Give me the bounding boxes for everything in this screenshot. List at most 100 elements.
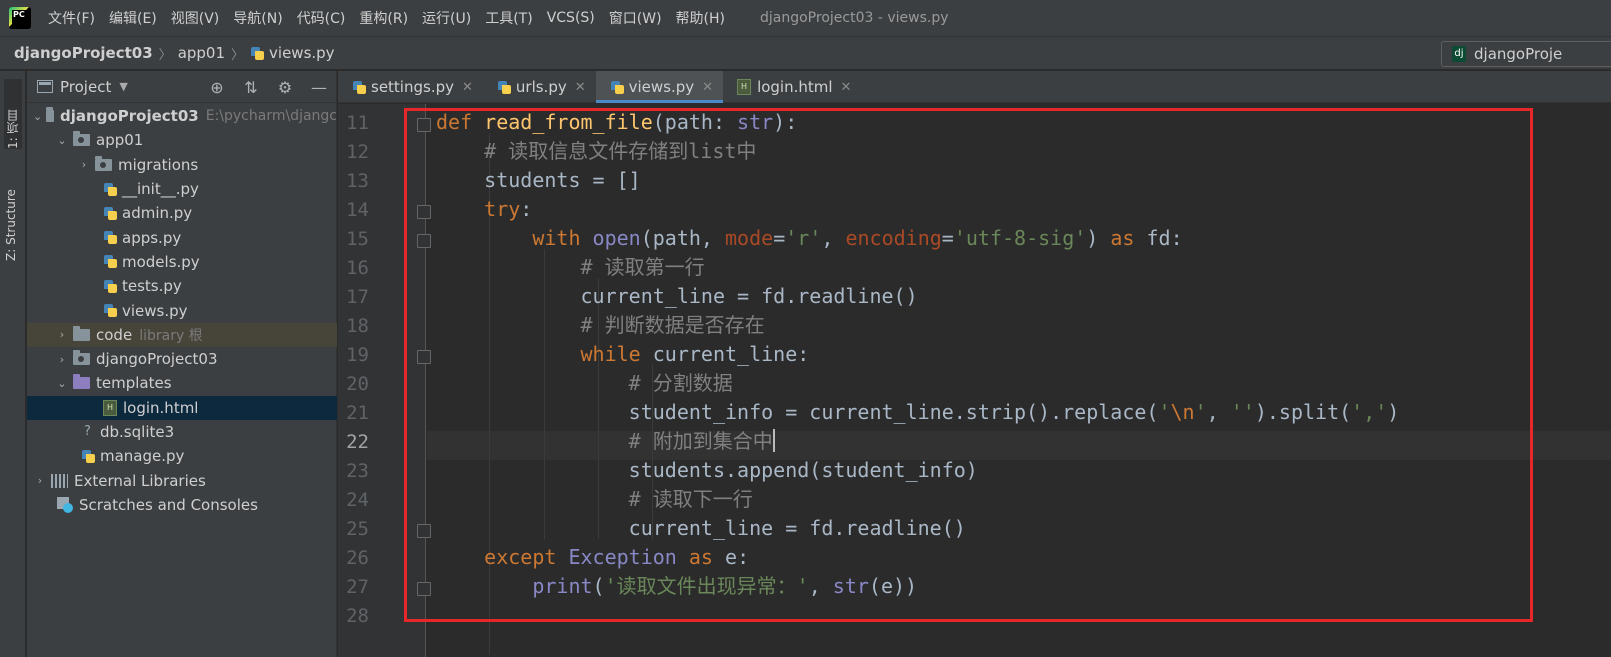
- chevron-down-icon[interactable]: ⌄: [33, 110, 42, 123]
- tree-item-manage-py[interactable]: manage.py: [27, 444, 337, 468]
- django-icon: dj: [1452, 46, 1466, 62]
- menu-tools[interactable]: 工具(T): [478, 8, 539, 28]
- breadcrumb-views[interactable]: views.py: [269, 44, 335, 62]
- locate-file-icon[interactable]: ⊕: [200, 78, 234, 97]
- tree-item-models-py[interactable]: models.py: [27, 250, 337, 274]
- package-folder-icon: [95, 155, 112, 171]
- line-number: 27: [346, 576, 369, 598]
- chevron-down-icon[interactable]: ⌄: [55, 134, 69, 147]
- tree-item-views-py[interactable]: views.py: [27, 298, 337, 322]
- chevron-down-icon[interactable]: ⌄: [55, 377, 69, 390]
- package-folder-icon: [73, 350, 90, 366]
- tab-urls-py[interactable]: urls.py ✕: [483, 71, 596, 103]
- close-icon[interactable]: ✕: [702, 80, 713, 95]
- tree-item-tests-py[interactable]: tests.py: [27, 274, 337, 298]
- structure-tool-label: Z: Structure: [4, 189, 18, 261]
- fold-marker-icon[interactable]: [417, 524, 431, 538]
- line-number: 23: [346, 460, 369, 482]
- code-line-21: student_info = current_line.strip().repl…: [436, 400, 1400, 424]
- line-number: 24: [346, 489, 369, 511]
- code-line-18: # 判断数据是否存在: [580, 313, 765, 337]
- menu-bar: PC 文件(F) 编辑(E) 视图(V) 导航(N) 代码(C) 重构(R) 运…: [0, 0, 1611, 36]
- close-icon[interactable]: ✕: [841, 80, 852, 95]
- package-folder-icon: [73, 131, 90, 147]
- menu-run[interactable]: 运行(U): [415, 8, 478, 28]
- tree-item-admin-py[interactable]: admin.py: [27, 201, 337, 225]
- structure-tool-button[interactable]: Z: Structure: [4, 166, 18, 261]
- chevron-right-icon[interactable]: ›: [55, 353, 69, 366]
- tree-item-label: tests.py: [122, 277, 182, 296]
- menu-file[interactable]: 文件(F): [41, 8, 102, 28]
- menu-navigate[interactable]: 导航(N): [226, 8, 289, 28]
- chevron-right-icon: 〉: [231, 47, 245, 63]
- tree-item-label: djangoProject03: [96, 350, 218, 369]
- code-line-19: while current_line:: [580, 342, 810, 366]
- tree-item-apps-py[interactable]: apps.py: [27, 225, 337, 249]
- tree-item-code[interactable]: › code library 根: [27, 322, 337, 347]
- menu-vcs[interactable]: VCS(S): [540, 10, 602, 26]
- tab-settings-py[interactable]: settings.py ✕: [338, 71, 483, 103]
- line-number-current: 22: [346, 431, 369, 453]
- code-line-23: students.append(student_info): [436, 458, 978, 482]
- tree-item-label: apps.py: [122, 228, 182, 247]
- project-tool-button[interactable]: 1: 项目: [4, 79, 22, 149]
- tree-item-label: External Libraries: [74, 471, 206, 490]
- menu-edit[interactable]: 编辑(E): [102, 8, 164, 28]
- tree-item-label: login.html: [123, 398, 199, 417]
- tab-views-py[interactable]: views.py ✕: [595, 71, 724, 103]
- chevron-down-icon[interactable]: ▼: [119, 80, 127, 93]
- project-panel-title[interactable]: Project: [60, 78, 111, 96]
- chevron-right-icon[interactable]: ›: [33, 474, 47, 487]
- code-line-17: current_line = fd.readline(): [436, 284, 918, 308]
- python-file-icon: [250, 46, 265, 61]
- tree-item-external-libraries[interactable]: › External Libraries: [27, 468, 337, 492]
- code-line-27: print('读取文件出现异常：', str(e)): [532, 574, 918, 598]
- hide-panel-icon[interactable]: —: [302, 78, 336, 97]
- fold-marker-icon[interactable]: [417, 205, 431, 219]
- chevron-right-icon[interactable]: ›: [77, 158, 91, 171]
- collapse-all-icon[interactable]: ⇅: [234, 78, 268, 97]
- tree-item-djangoproject03-package[interactable]: › djangoProject03: [27, 347, 337, 371]
- tree-item-templates[interactable]: ⌄ templates: [27, 371, 337, 395]
- tree-item-init-py[interactable]: __init__.py: [27, 177, 337, 201]
- tree-item-scratches[interactable]: Scratches and Consoles: [27, 493, 337, 517]
- line-number: 14: [346, 199, 369, 221]
- menu-view[interactable]: 视图(V): [164, 8, 227, 28]
- fold-marker-icon[interactable]: [417, 118, 431, 132]
- tree-item-app01[interactable]: ⌄ app01: [27, 128, 337, 152]
- line-number: 20: [346, 373, 369, 395]
- window-title: djangoProject03 - views.py: [760, 10, 949, 26]
- tab-login-html[interactable]: H login.html ✕: [723, 71, 861, 103]
- python-file-icon: [352, 80, 367, 95]
- tree-item-label: Scratches and Consoles: [79, 495, 258, 514]
- close-icon[interactable]: ✕: [462, 80, 473, 95]
- project-tool-label: 1: 项目: [6, 109, 20, 150]
- breadcrumb-project[interactable]: djangoProject03: [14, 44, 153, 62]
- menu-help[interactable]: 帮助(H): [669, 8, 732, 28]
- fold-marker-icon[interactable]: [417, 350, 431, 364]
- run-configuration-selector[interactable]: dj djangoProje: [1441, 41, 1611, 67]
- close-icon[interactable]: ✕: [575, 80, 586, 95]
- code-line-25: current_line = fd.readline(): [436, 516, 966, 540]
- tree-item-db-sqlite3[interactable]: ? db.sqlite3: [27, 420, 337, 444]
- menu-window[interactable]: 窗口(W): [602, 8, 669, 28]
- tree-item-migrations[interactable]: › migrations: [27, 153, 337, 177]
- python-file-icon: [497, 80, 512, 95]
- fold-marker-icon[interactable]: [417, 234, 431, 248]
- tree-item-login-html[interactable]: H login.html: [27, 395, 337, 420]
- chevron-right-icon[interactable]: ›: [55, 328, 69, 341]
- gear-icon[interactable]: ⚙: [268, 78, 302, 97]
- breadcrumb-app01[interactable]: app01: [178, 44, 225, 62]
- python-file-icon: [103, 254, 118, 269]
- menu-code[interactable]: 代码(C): [290, 8, 353, 28]
- tree-item-djangoproject03-root[interactable]: ⌄ djangoProject03 E:\pycharm\djangc: [27, 104, 337, 128]
- fold-marker-icon[interactable]: [417, 582, 431, 596]
- tree-item-library-hint: library 根: [139, 327, 203, 344]
- tree-item-label: models.py: [122, 252, 200, 271]
- code-area[interactable]: def read_from_file(path: str): # 读取信息文件存…: [436, 104, 1611, 657]
- text-caret: [772, 429, 775, 452]
- code-editor[interactable]: 11 12 13 14 15 16 17 18 19 20 21 22 23 2…: [338, 104, 1611, 657]
- menu-refactor[interactable]: 重构(R): [352, 8, 415, 28]
- folder-icon: [73, 325, 90, 341]
- libraries-icon: [51, 473, 68, 488]
